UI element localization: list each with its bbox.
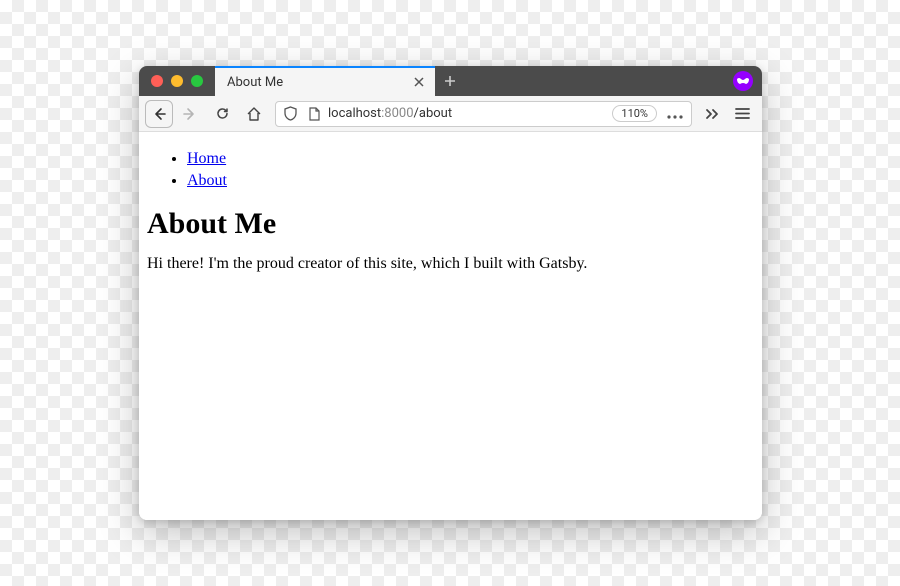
new-tab-button[interactable] <box>435 66 465 96</box>
page-actions-button[interactable] <box>663 105 687 123</box>
browser-tab[interactable]: About Me <box>215 66 435 96</box>
window-controls <box>139 66 215 96</box>
private-browsing-indicator <box>732 66 762 96</box>
reload-button[interactable] <box>207 100 237 128</box>
tracking-protection-icon[interactable] <box>280 104 300 124</box>
close-icon <box>414 77 424 87</box>
maximize-window-button[interactable] <box>191 75 203 87</box>
page-icon <box>308 107 321 121</box>
list-item: About <box>187 170 754 192</box>
url-path: /about <box>414 106 453 121</box>
forward-button[interactable] <box>175 100 205 128</box>
app-menu-button[interactable] <box>728 100 756 128</box>
titlebar-spacer <box>465 66 732 96</box>
hamburger-icon <box>735 107 750 120</box>
page-heading: About Me <box>147 207 754 241</box>
address-bar[interactable]: localhost:8000/about 110% <box>275 101 692 127</box>
zoom-level-badge[interactable]: 110% <box>612 105 657 122</box>
url-text: localhost:8000/about <box>328 106 608 121</box>
toolbar-overflow-button[interactable] <box>698 100 726 128</box>
meatballs-icon <box>667 115 683 119</box>
reload-icon <box>215 106 230 121</box>
plus-icon <box>444 75 456 87</box>
home-button[interactable] <box>239 100 269 128</box>
url-host: localhost <box>328 106 381 121</box>
browser-window: About Me <box>139 66 762 520</box>
nav-list: Home About <box>147 148 754 191</box>
url-port: :8000 <box>381 106 413 121</box>
close-window-button[interactable] <box>151 75 163 87</box>
chevron-double-right-icon <box>705 108 719 120</box>
minimize-window-button[interactable] <box>171 75 183 87</box>
shield-icon <box>284 106 297 121</box>
forward-arrow-icon <box>183 107 197 121</box>
nav-link-about[interactable]: About <box>187 172 227 189</box>
nav-link-home[interactable]: Home <box>187 150 226 167</box>
page-paragraph: Hi there! I'm the proud creator of this … <box>147 255 754 273</box>
list-item: Home <box>187 148 754 170</box>
tab-title: About Me <box>227 75 403 90</box>
close-tab-button[interactable] <box>411 74 427 90</box>
toolbar: localhost:8000/about 110% <box>139 96 762 132</box>
site-identity-icon[interactable] <box>304 104 324 124</box>
back-arrow-icon <box>152 107 166 121</box>
home-icon <box>246 106 262 122</box>
page-content: Home About About Me Hi there! I'm the pr… <box>139 132 762 520</box>
titlebar: About Me <box>139 66 762 96</box>
mask-icon <box>736 77 750 85</box>
back-button[interactable] <box>145 100 173 128</box>
